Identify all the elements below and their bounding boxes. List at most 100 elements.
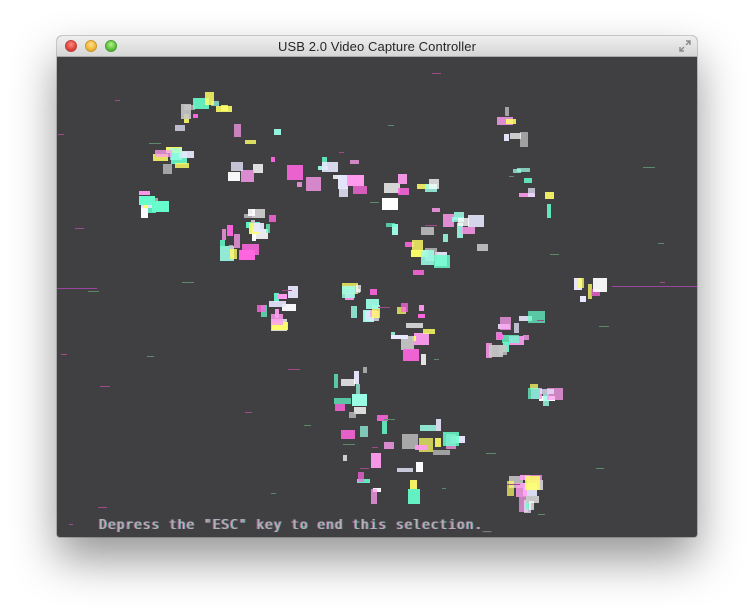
- scanline-speck: [288, 369, 300, 370]
- scanline-speck: [245, 412, 252, 413]
- scanline-speck: [425, 225, 437, 226]
- glitch-block: [443, 234, 448, 242]
- scanline-speck: [507, 484, 520, 485]
- glitch-block: [502, 335, 519, 343]
- glitch-block: [489, 345, 503, 357]
- glitch-block: [248, 209, 255, 216]
- glitch-block: [230, 249, 237, 259]
- glitch-block: [306, 177, 321, 191]
- glitch-block: [342, 286, 355, 298]
- scanline-speck: [98, 507, 107, 508]
- esc-prompt-text: Depress the "ESC" key to end this select…: [99, 518, 492, 533]
- glitch-artifacts: [57, 73, 697, 527]
- scanline-speck: [343, 444, 355, 445]
- scanline-speck: [378, 307, 390, 308]
- glitch-block: [352, 394, 367, 406]
- glitch-block: [507, 481, 514, 496]
- scanline-speck: [149, 143, 161, 144]
- glitch-block: [506, 119, 516, 124]
- glitch-block: [377, 415, 388, 421]
- scanline-speck: [660, 282, 665, 283]
- glitch-block: [234, 124, 241, 137]
- glitch-block: [322, 162, 338, 172]
- glitch-block: [139, 191, 150, 195]
- glitch-block: [429, 179, 439, 189]
- scanline-speck: [643, 167, 655, 168]
- glitch-block: [231, 162, 243, 171]
- glitch-block: [288, 286, 298, 298]
- glitch-block: [360, 426, 368, 437]
- glitch-block: [278, 294, 287, 299]
- title-bar[interactable]: USB 2.0 Video Capture Controller: [57, 36, 697, 57]
- scanline-speck: [486, 453, 496, 454]
- glitch-block: [436, 419, 441, 431]
- glitch-block: [220, 240, 225, 247]
- glitch-block: [163, 164, 172, 174]
- glitch-block: [528, 188, 535, 197]
- glitch-block: [353, 186, 367, 194]
- glitch-block: [205, 92, 214, 105]
- glitch-block: [415, 445, 427, 450]
- glitch-block: [497, 334, 503, 339]
- glitch-block: [339, 188, 348, 197]
- glitch-block: [175, 163, 189, 168]
- scanline-speck: [384, 419, 395, 420]
- glitch-block: [386, 223, 395, 227]
- glitch-block: [513, 169, 521, 173]
- fullscreen-icon[interactable]: [678, 39, 692, 53]
- glitch-block: [408, 489, 420, 504]
- glitch-block: [421, 227, 434, 235]
- glitch-block: [397, 468, 413, 472]
- glitch-block: [525, 476, 540, 490]
- glitch-block: [432, 208, 440, 212]
- glitch-block: [347, 175, 364, 186]
- glitch-block: [370, 289, 377, 295]
- glitch-block: [356, 285, 361, 292]
- scanline-speck: [271, 493, 276, 494]
- glitch-block: [416, 462, 423, 472]
- glitch-block: [398, 174, 407, 184]
- glitch-block: [514, 323, 519, 333]
- scanline-speck: [282, 290, 292, 291]
- glitch-block: [193, 114, 198, 118]
- scanline-speck: [69, 524, 73, 525]
- glitch-block: [528, 388, 540, 399]
- glitch-block: [458, 218, 469, 226]
- scanline-speck: [509, 176, 514, 177]
- scanline-speck: [550, 254, 559, 255]
- glitch-block: [420, 425, 436, 431]
- scanline-speck: [339, 152, 344, 153]
- glitch-block: [175, 125, 185, 131]
- glitch-block: [228, 172, 240, 181]
- scanline-streak: [612, 286, 697, 287]
- glitch-block: [593, 278, 607, 292]
- glitch-block: [343, 455, 347, 461]
- scanline-speck: [88, 291, 99, 292]
- scanline-speck: [596, 468, 604, 469]
- scanline-speck: [388, 125, 394, 126]
- glitch-block: [155, 150, 172, 157]
- glitch-block: [222, 229, 226, 240]
- glitch-block: [461, 227, 475, 234]
- glitch-block: [245, 140, 256, 144]
- glitch-block: [363, 367, 367, 373]
- glitch-block: [334, 398, 351, 404]
- glitch-block: [382, 421, 387, 434]
- scanline-speck: [147, 356, 154, 357]
- glitch-block: [406, 323, 423, 328]
- glitch-block: [413, 270, 424, 275]
- glitch-block: [524, 178, 532, 183]
- scanline-speck: [538, 514, 545, 515]
- glitch-block: [371, 489, 377, 504]
- glitch-block: [421, 250, 434, 265]
- scanline-speck: [100, 386, 110, 387]
- glitch-block: [421, 354, 426, 365]
- glitch-block: [181, 104, 191, 119]
- glitch-block: [433, 450, 450, 455]
- glitch-block: [468, 215, 484, 227]
- glitch-block: [335, 404, 345, 411]
- glitch-block: [435, 438, 441, 447]
- glitch-block: [338, 175, 348, 189]
- glitch-block: [141, 207, 148, 218]
- scanline-streak: [57, 288, 97, 289]
